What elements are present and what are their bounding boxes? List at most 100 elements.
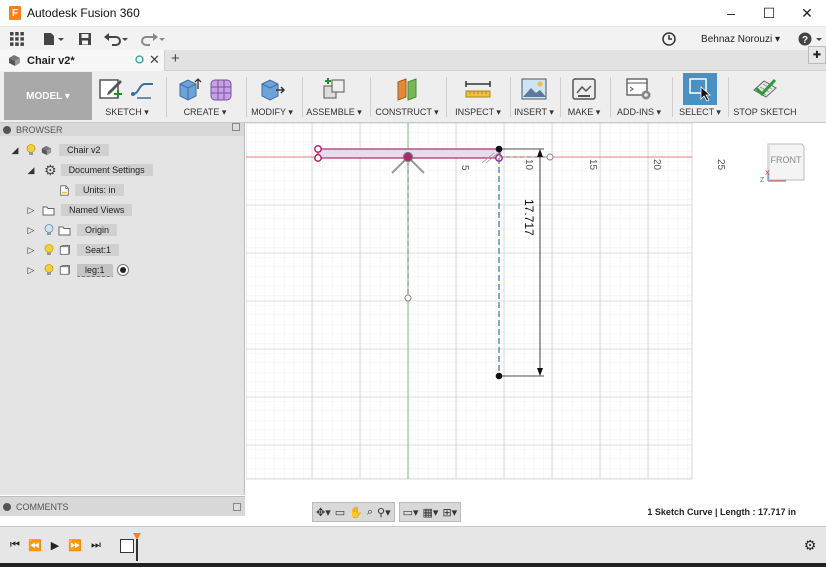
step-back-icon[interactable]: ⏪	[27, 537, 43, 553]
display-settings-icon[interactable]: ▭▾	[403, 506, 419, 519]
dimension-value[interactable]: 17.717	[522, 199, 536, 236]
new-tab-button[interactable]: +	[171, 50, 180, 67]
pin-panel-icon[interactable]	[233, 503, 241, 511]
redo-icon[interactable]	[134, 29, 170, 49]
stop-sketch-label: STOP SKETCH	[733, 107, 797, 117]
collapse-dot-icon[interactable]	[3, 502, 11, 511]
make-menu-label: MAKE ▾	[567, 107, 601, 117]
expand-triangle-icon[interactable]: ▷	[26, 201, 36, 219]
visibility-bulb-icon[interactable]	[26, 144, 36, 156]
collapse-dot-icon[interactable]	[3, 125, 11, 134]
minimize-button[interactable]: –	[712, 0, 750, 26]
pan-hand-icon[interactable]: ✋	[349, 506, 363, 519]
timeline-sketch-feature-icon[interactable]	[120, 539, 134, 553]
browser-header[interactable]: BROWSER	[0, 123, 244, 136]
tree-item-leg[interactable]: ▷ leg:1	[26, 261, 129, 279]
tree-item-units[interactable]: Units: in	[58, 181, 124, 199]
workspace-switcher[interactable]: MODEL ▾	[4, 72, 92, 120]
construct-menu[interactable]: CONSTRUCT ▾	[375, 73, 439, 121]
tree-item-root[interactable]: ◢ Chair v2	[10, 141, 109, 159]
save-icon[interactable]	[72, 29, 98, 49]
insert-menu[interactable]: INSERT ▾	[514, 73, 554, 121]
comments-panel[interactable]: COMMENTS	[0, 496, 245, 516]
data-panel-grid-icon[interactable]	[0, 29, 34, 49]
sketch-menu[interactable]: SKETCH ▾	[98, 73, 156, 121]
modify-menu-label: MODIFY ▾	[251, 107, 293, 117]
play-icon[interactable]: ▶	[47, 537, 63, 553]
inspect-menu[interactable]: INSPECT ▾	[452, 73, 504, 121]
close-tab-icon[interactable]: ✕	[149, 52, 160, 68]
create-menu-label: CREATE ▾	[183, 107, 227, 117]
viewcube[interactable]: FRONT Z X	[760, 143, 805, 184]
activate-component-radio[interactable]	[116, 264, 129, 276]
selection-status: 1 Sketch Curve | Length : 17.717 in	[647, 507, 796, 517]
quick-access-toolbar: Behnaz Norouzi ▾ ?	[0, 26, 826, 50]
3d-print-icon	[572, 78, 596, 100]
extrude-icon	[179, 78, 202, 101]
tree-item-named-views[interactable]: ▷ Named Views	[26, 201, 133, 219]
sketch-menu-label: SKETCH ▾	[105, 107, 149, 117]
go-to-start-icon[interactable]: ⏮	[7, 537, 23, 553]
palette-toggle-icon[interactable]: ✚	[808, 46, 826, 64]
select-cursor-icon	[689, 78, 712, 102]
tree-item-document-settings[interactable]: ◢ ⚙ Document Settings	[26, 161, 153, 179]
step-forward-icon[interactable]: ⏩	[67, 537, 83, 553]
visibility-bulb-off-icon[interactable]	[44, 224, 54, 236]
select-tool-active	[683, 73, 717, 105]
tree-item-label: Seat:1	[77, 244, 120, 256]
make-menu[interactable]: MAKE ▾	[564, 73, 604, 121]
undo-icon[interactable]	[98, 29, 134, 49]
browser-title: BROWSER	[16, 124, 63, 135]
inspect-menu-label: INSPECT ▾	[455, 107, 501, 117]
insert-menu-label: INSERT ▾	[514, 107, 554, 117]
maximize-button[interactable]: ☐	[750, 0, 788, 26]
document-icon	[60, 184, 69, 196]
look-at-icon[interactable]: ▭	[335, 506, 345, 519]
ruler-label: 5	[459, 165, 470, 171]
zoom-icon[interactable]: ⌕	[367, 506, 373, 519]
zoom-window-icon[interactable]: ⚲▾	[377, 506, 391, 519]
expand-triangle-icon[interactable]: ▷	[26, 221, 36, 239]
document-tab[interactable]: Chair v2* ✕	[0, 50, 165, 71]
tree-item-seat[interactable]: ▷ Seat:1	[26, 241, 120, 259]
select-menu[interactable]: SELECT ▾	[676, 73, 724, 121]
assemble-menu[interactable]: ASSEMBLE ▾	[306, 73, 362, 121]
file-menu-icon[interactable]	[34, 29, 72, 49]
add-ins-menu[interactable]: ADD-INS ▾	[614, 73, 664, 121]
expand-triangle-icon[interactable]: ▷	[26, 241, 36, 259]
timeline-bar: ⏮ ⏪ ▶ ⏩ ⏭ ⚙	[0, 526, 826, 563]
add-ins-menu-label: ADD-INS ▾	[616, 107, 662, 117]
create-menu[interactable]: CREATE ▾	[172, 73, 238, 121]
gear-icon: ⚙	[44, 162, 57, 178]
sketch-point[interactable]	[314, 145, 322, 153]
sketch-point[interactable]	[546, 153, 554, 161]
modify-menu[interactable]: MODIFY ▾	[250, 73, 294, 121]
tree-item-origin[interactable]: ▷ Origin	[26, 221, 118, 239]
ruler-label: 10	[523, 159, 534, 171]
sketch-point[interactable]	[404, 294, 412, 302]
orbit-icon[interactable]: ✥▾	[316, 506, 331, 519]
document-tab-label: Chair v2*	[27, 54, 75, 67]
ruler-label: 20	[651, 159, 662, 171]
tree-item-label: Named Views	[61, 204, 133, 216]
viewports-icon[interactable]: ⊞▾	[442, 506, 457, 519]
pin-panel-icon[interactable]	[232, 123, 240, 131]
user-account-menu[interactable]: Behnaz Norouzi ▾	[701, 34, 780, 45]
close-button[interactable]: ✕	[788, 0, 826, 26]
expand-triangle-icon[interactable]: ▷	[26, 261, 36, 279]
design-canvas[interactable]: 5 10 15 20 25 17.717 FRONT Z X	[245, 122, 826, 526]
visibility-bulb-icon[interactable]	[44, 264, 54, 276]
job-status-clock-icon[interactable]	[659, 29, 679, 49]
visibility-bulb-icon[interactable]	[44, 244, 54, 256]
expand-triangle-icon[interactable]: ◢	[26, 161, 36, 179]
expand-triangle-icon[interactable]: ◢	[10, 141, 20, 159]
sketch-point[interactable]	[314, 154, 322, 162]
timeline-settings-gear-icon[interactable]: ⚙	[802, 537, 818, 553]
grid-settings-icon[interactable]: ▦▾	[423, 506, 439, 519]
stop-sketch-button[interactable]: STOP SKETCH	[733, 73, 797, 121]
go-to-end-icon[interactable]: ⏭	[88, 537, 104, 553]
ruler-label: 25	[715, 159, 726, 171]
tree-item-label: Units: in	[75, 184, 124, 196]
sketch-viewport[interactable]: 5 10 15 20 25 17.717 FRONT Z X	[245, 122, 826, 526]
create-sketch-icon	[99, 79, 122, 99]
